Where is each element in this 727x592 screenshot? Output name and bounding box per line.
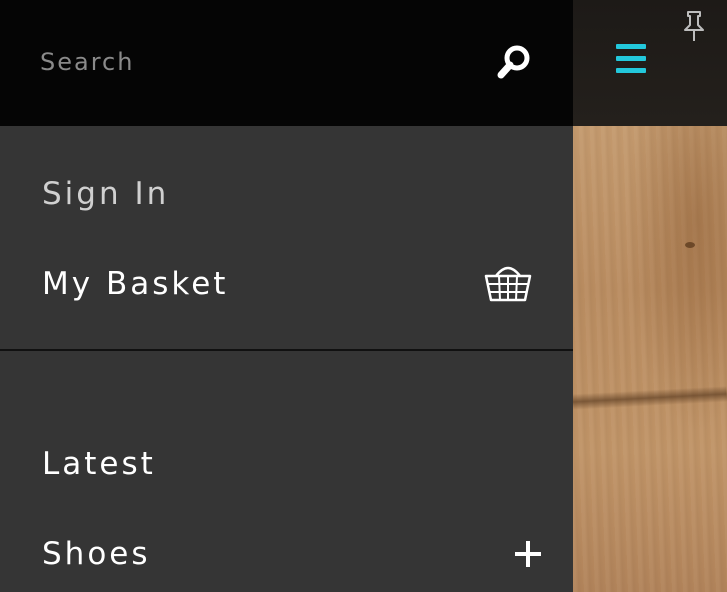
category-latest[interactable]: Latest [0, 424, 573, 504]
category-shoes[interactable]: Shoes [0, 514, 573, 592]
background-hero-image [573, 126, 727, 592]
category-label: Latest [42, 446, 156, 482]
search-input[interactable] [40, 42, 460, 82]
background-page [573, 0, 727, 592]
hamburger-bar [616, 44, 646, 49]
plus-icon[interactable] [514, 540, 542, 568]
sign-in-link[interactable]: Sign In [0, 154, 573, 234]
category-label: Shoes [42, 536, 151, 572]
search-icon[interactable] [494, 42, 534, 82]
drawer-divider [0, 349, 573, 351]
basket-icon [483, 262, 533, 304]
sign-in-label: Sign In [42, 176, 170, 212]
hamburger-menu-icon[interactable] [615, 44, 647, 76]
my-basket-link[interactable]: My Basket [0, 244, 573, 324]
search-bar [0, 0, 573, 126]
wood-knot [685, 242, 695, 248]
wood-plank-seam [573, 385, 727, 410]
navigation-drawer: Sign In My Basket Latest Shoes [0, 0, 573, 592]
hamburger-bar [616, 68, 646, 73]
hamburger-bar [616, 56, 646, 61]
pin-icon[interactable] [682, 10, 706, 44]
my-basket-label: My Basket [42, 266, 229, 302]
app-frame: Sign In My Basket Latest Shoes [0, 0, 727, 592]
